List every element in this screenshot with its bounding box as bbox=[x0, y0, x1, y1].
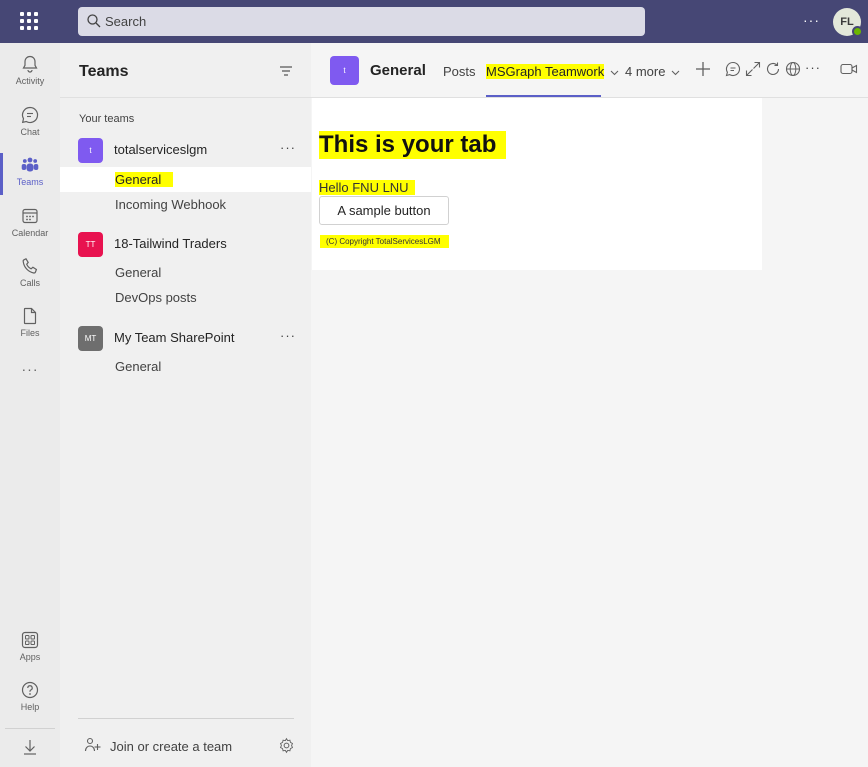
download-icon bbox=[24, 740, 36, 755]
greeting-text: Hello FNU LNU bbox=[319, 180, 415, 195]
tab-msgraph-teamwork[interactable]: MSGraph Teamwork bbox=[486, 64, 619, 79]
channel-general[interactable]: General bbox=[60, 260, 311, 285]
team-avatar: TT bbox=[78, 232, 103, 257]
tab-label: 4 more bbox=[625, 64, 666, 79]
channel-label: General bbox=[115, 172, 174, 187]
top-bar: Search ··· FL bbox=[0, 0, 868, 43]
add-tab-icon[interactable] bbox=[695, 61, 711, 77]
rail-item-calendar[interactable]: Calendar bbox=[0, 200, 60, 248]
team-name: 18-Tailwind Traders bbox=[114, 236, 227, 251]
more-options-icon[interactable]: ··· bbox=[805, 60, 821, 75]
channel-label: Incoming Webhook bbox=[115, 197, 227, 212]
tab-content: This is your tab Hello FNU LNU A sample … bbox=[312, 98, 762, 270]
teams-panel: Teams Your teams t totalserviceslgm ··· … bbox=[60, 43, 311, 767]
refresh-icon[interactable] bbox=[765, 61, 781, 77]
tab-heading: This is your tab bbox=[319, 131, 507, 159]
more-tabs-dropdown[interactable]: 4 more bbox=[625, 64, 680, 79]
expand-icon[interactable] bbox=[745, 61, 761, 77]
rail-item-apps[interactable]: Apps bbox=[0, 624, 60, 672]
team-row-tailwind-traders[interactable]: TT 18-Tailwind Traders bbox=[78, 232, 303, 257]
team-row-totalserviceslgm[interactable]: t totalserviceslgm ··· bbox=[78, 138, 303, 163]
channel-label: General bbox=[115, 359, 162, 374]
app-launcher-icon[interactable] bbox=[18, 10, 40, 32]
rail-label: Calls bbox=[19, 278, 40, 288]
rail-label: Help bbox=[20, 702, 40, 712]
channel-header: t General Posts MSGraph Teamwork 4 more … bbox=[311, 43, 868, 98]
search-placeholder: Search bbox=[105, 14, 147, 29]
divider bbox=[78, 718, 294, 719]
active-tab-indicator bbox=[486, 95, 601, 97]
divider bbox=[60, 97, 311, 98]
globe-icon[interactable] bbox=[785, 61, 801, 77]
avatar[interactable]: FL bbox=[833, 8, 863, 37]
meet-video-icon[interactable] bbox=[840, 61, 858, 77]
download-button[interactable] bbox=[5, 728, 55, 764]
presence-available-icon bbox=[852, 26, 863, 37]
panel-title: Teams bbox=[79, 63, 129, 80]
help-icon bbox=[21, 681, 39, 699]
rail-item-chat[interactable]: Chat bbox=[0, 99, 60, 147]
join-create-team-button[interactable]: Join or create a team bbox=[110, 739, 232, 754]
chat-icon bbox=[21, 106, 39, 124]
conversation-icon[interactable] bbox=[725, 61, 741, 77]
avatar-initials: FL bbox=[840, 16, 854, 28]
rail-item-files[interactable]: Files bbox=[0, 300, 60, 348]
copyright-text: (C) Copyright TotalServicesLGM bbox=[320, 235, 449, 248]
rail-item-calls[interactable]: Calls bbox=[0, 250, 60, 298]
more-apps-icon[interactable]: ··· bbox=[0, 361, 60, 377]
team-name: My Team SharePoint bbox=[114, 330, 235, 345]
app-rail: Activity Chat Teams Calendar Calls Files… bbox=[0, 43, 60, 767]
chevron-down-icon bbox=[671, 70, 680, 75]
channel-title: General bbox=[370, 62, 426, 79]
team-avatar: t bbox=[78, 138, 103, 163]
channel-label: General bbox=[115, 265, 162, 280]
rail-item-help[interactable]: Help bbox=[0, 674, 60, 722]
team-name: totalserviceslgm bbox=[114, 142, 208, 157]
channel-general[interactable]: General bbox=[60, 354, 311, 379]
search-icon bbox=[87, 14, 101, 28]
channel-incoming-webhook[interactable]: Incoming Webhook bbox=[60, 192, 311, 217]
apps-icon bbox=[21, 631, 39, 649]
channel-general[interactable]: General bbox=[60, 167, 311, 192]
rail-item-teams[interactable]: Teams bbox=[0, 149, 60, 197]
rail-item-activity[interactable]: Activity bbox=[0, 48, 60, 96]
sample-button[interactable]: A sample button bbox=[319, 196, 449, 225]
team-avatar: MT bbox=[78, 326, 103, 351]
settings-more-icon[interactable]: ··· bbox=[803, 12, 820, 28]
channel-team-avatar: t bbox=[330, 56, 359, 85]
search-input[interactable]: Search bbox=[78, 7, 645, 36]
rail-label: Teams bbox=[16, 177, 44, 187]
more-options-icon[interactable]: ··· bbox=[280, 140, 296, 155]
channel-label: DevOps posts bbox=[115, 290, 197, 305]
more-options-icon[interactable]: ··· bbox=[280, 328, 296, 343]
filter-icon[interactable] bbox=[279, 65, 293, 77]
rail-label: Activity bbox=[15, 76, 45, 86]
bell-icon bbox=[22, 55, 38, 73]
join-team-icon[interactable] bbox=[84, 737, 102, 753]
channel-devops-posts[interactable]: DevOps posts bbox=[60, 285, 311, 310]
team-row-my-team-sharepoint[interactable]: MT My Team SharePoint ··· bbox=[78, 326, 303, 351]
rail-label: Apps bbox=[19, 652, 41, 662]
chevron-down-icon bbox=[610, 70, 619, 75]
file-icon bbox=[23, 307, 37, 325]
section-label: Your teams bbox=[79, 113, 135, 125]
rail-label: Chat bbox=[20, 127, 40, 137]
rail-label: Calendar bbox=[11, 228, 49, 238]
calendar-icon bbox=[22, 208, 38, 224]
teams-icon bbox=[21, 157, 39, 172]
tab-posts[interactable]: Posts bbox=[443, 64, 476, 79]
phone-icon bbox=[22, 258, 38, 274]
gear-icon[interactable] bbox=[278, 737, 295, 754]
rail-label: Files bbox=[20, 328, 40, 338]
tab-label: MSGraph Teamwork bbox=[486, 64, 605, 79]
